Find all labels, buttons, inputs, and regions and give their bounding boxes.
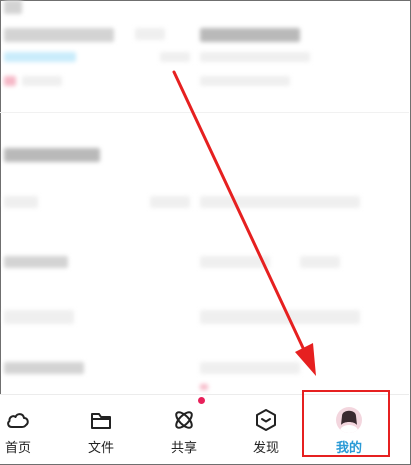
pointer-arrow xyxy=(172,70,316,376)
